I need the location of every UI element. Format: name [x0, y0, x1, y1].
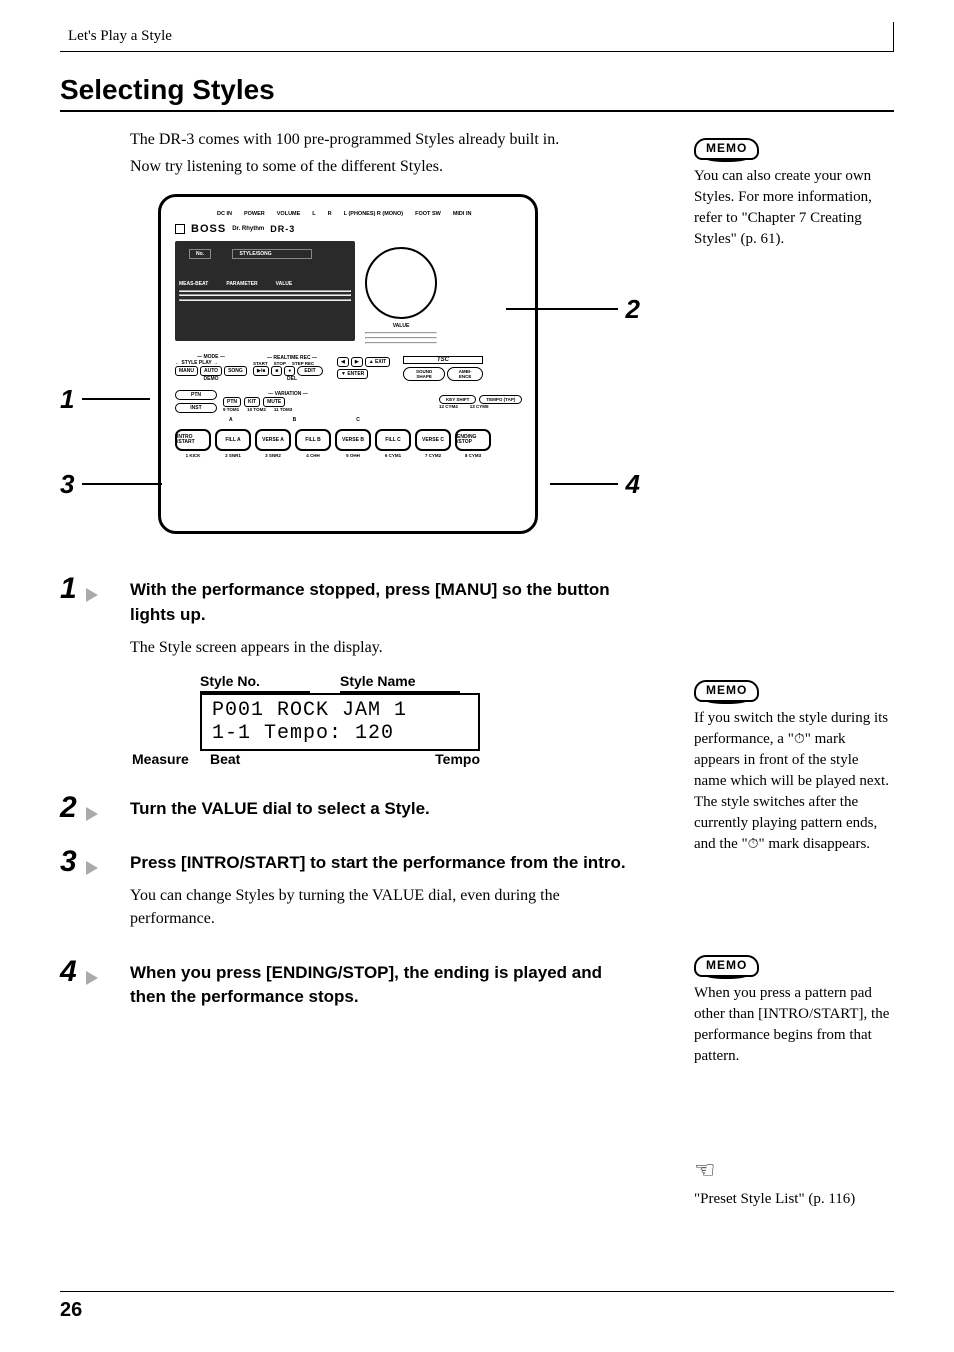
step-title: With the performance stopped, press [MAN… [130, 578, 635, 627]
stop-button[interactable]: ■ [271, 366, 282, 376]
page-number: 26 [60, 1299, 82, 1322]
play-stop-button[interactable]: ▶/■ [253, 366, 269, 376]
value-dial[interactable] [365, 247, 437, 319]
lcd-label-tempo: Tempo [360, 751, 480, 767]
enter-button[interactable]: ▼ ENTER [337, 369, 368, 379]
memo-text: When you press a pattern pad other than … [694, 983, 894, 1067]
device-logo-row: BOSS Dr. Rhythm DR-3 [175, 223, 529, 235]
verse-b-pad[interactable]: VERSE B [335, 429, 371, 451]
step-4: 4 When you press [ENDING/STOP], the endi… [130, 961, 635, 1010]
inst-button[interactable]: INST [175, 403, 217, 413]
callout-2: 2 [626, 294, 640, 325]
device-screen: No. STYLE/SONG MEAS-BEAT PARAMETER VALUE [175, 241, 355, 341]
memo-2: MEMO If you switch the style during its … [694, 680, 894, 855]
callout-4: 4 [626, 469, 640, 500]
power-icon [175, 224, 185, 234]
fill-c-pad[interactable]: FILL C [375, 429, 411, 451]
chapter-label: Let's Play a Style [68, 28, 172, 45]
song-button[interactable]: SONG [224, 366, 247, 376]
step-number: 3 [60, 845, 77, 879]
ending-stop-pad[interactable]: ENDING /STOP [455, 429, 491, 451]
memo-3: MEMO When you press a pattern pad other … [694, 955, 894, 1067]
device-top-labels: DC IN POWER VOLUME L R L (PHONES) R (MON… [217, 211, 529, 217]
device-mode-row: — MODE — ← STYLE PLAY → MANU AUTO SONG D… [175, 354, 529, 382]
intro-text: The DR-3 comes with 100 pre-programmed S… [130, 128, 635, 178]
fill-b-pad[interactable]: FILL B [295, 429, 331, 451]
step-number: 2 [60, 791, 77, 825]
fill-a-pad[interactable]: FILL A [215, 429, 251, 451]
intro-p2: Now try listening to some of the differe… [130, 155, 635, 178]
memo-label: MEMO [694, 138, 759, 160]
verse-a-pad[interactable]: VERSE A [255, 429, 291, 451]
exit-button[interactable]: ▲ EXIT [365, 357, 390, 367]
rec-button[interactable]: ● [284, 366, 295, 376]
memo-1: MEMO You can also create your own Styles… [694, 138, 894, 250]
brand-logo: BOSS [191, 223, 226, 235]
hand-pointing-icon: ☞ [694, 1155, 716, 1189]
page-title: Selecting Styles [60, 74, 894, 106]
key-shift-button[interactable]: KEY SHIFT [439, 395, 476, 404]
title-rule [60, 110, 894, 112]
footer-rule [60, 1291, 894, 1292]
pending-icon [794, 731, 805, 747]
step-number: 1 [60, 572, 77, 606]
step-title: Turn the VALUE dial to select a Style. [130, 797, 635, 822]
step-body: You can change Styles by turning the VAL… [130, 884, 635, 930]
pad-row: INTRO /START FILL A VERSE A FILL B VERSE… [175, 429, 529, 451]
tempo-tap-button[interactable]: TEMPO (TAP) [479, 395, 522, 404]
memo-label: MEMO [694, 680, 759, 702]
lcd-label-style-name: Style Name [340, 673, 460, 693]
sound-shape-button[interactable]: SOUND SHAPE [403, 367, 445, 381]
intro-start-pad[interactable]: INTRO /START [175, 429, 211, 451]
pending-icon [748, 836, 759, 852]
verse-c-pad[interactable]: VERSE C [415, 429, 451, 451]
step-body: The Style screen appears in the display. [130, 636, 635, 659]
lcd-display: P001 ROCK JAM 1 1-1 Tempo: 120 [200, 693, 480, 751]
memo-text: You can also create your own Styles. For… [694, 166, 894, 250]
auto-button[interactable]: AUTO [200, 366, 222, 376]
memo-label: MEMO [694, 955, 759, 977]
right-arrow-button[interactable]: ▶ [351, 357, 363, 367]
device-figure: 1 2 3 4 DC IN POWER VOLUME L R L (PHONES… [88, 194, 608, 534]
lcd-label-style-no: Style No. [200, 673, 310, 693]
var-mute-button[interactable]: MUTE [263, 397, 285, 407]
ptn-button[interactable]: PTN [175, 390, 217, 400]
step-title: When you press [ENDING/STOP], the ending… [130, 961, 635, 1010]
lcd-label-measure: Measure [132, 751, 210, 767]
tip-text: "Preset Style List" (p. 116) [694, 1189, 894, 1210]
callout-3: 3 [60, 469, 74, 500]
step-title: Press [INTRO/START] to start the perform… [130, 851, 635, 876]
step-2: 2 Turn the VALUE dial to select a Style. [130, 797, 635, 822]
lcd-figure: Style No. Style Name P001 ROCK JAM 1 1-1… [200, 673, 635, 767]
page-header: Let's Play a Style [60, 22, 894, 52]
var-kit-button[interactable]: KIT [244, 397, 260, 407]
step-1: 1 With the performance stopped, press [M… [130, 578, 635, 766]
ambience-button[interactable]: AMBI-ENCE [447, 367, 483, 381]
intro-p1: The DR-3 comes with 100 pre-programmed S… [130, 128, 635, 151]
var-ptn-button[interactable]: PTN [223, 397, 241, 407]
lcd-label-beat: Beat [210, 751, 360, 767]
callout-1: 1 [60, 384, 74, 415]
manu-button[interactable]: MANU [175, 366, 198, 376]
left-arrow-button[interactable]: ◀ [337, 357, 349, 367]
tip-reference: ☞ "Preset Style List" (p. 116) [694, 1155, 894, 1210]
device-frame: DC IN POWER VOLUME L R L (PHONES) R (MON… [158, 194, 538, 534]
memo-text: If you switch the style during its perfo… [694, 708, 894, 855]
step-3: 3 Press [INTRO/START] to start the perfo… [130, 851, 635, 930]
edit-button[interactable]: EDIT [297, 366, 322, 376]
step-number: 4 [60, 955, 77, 989]
